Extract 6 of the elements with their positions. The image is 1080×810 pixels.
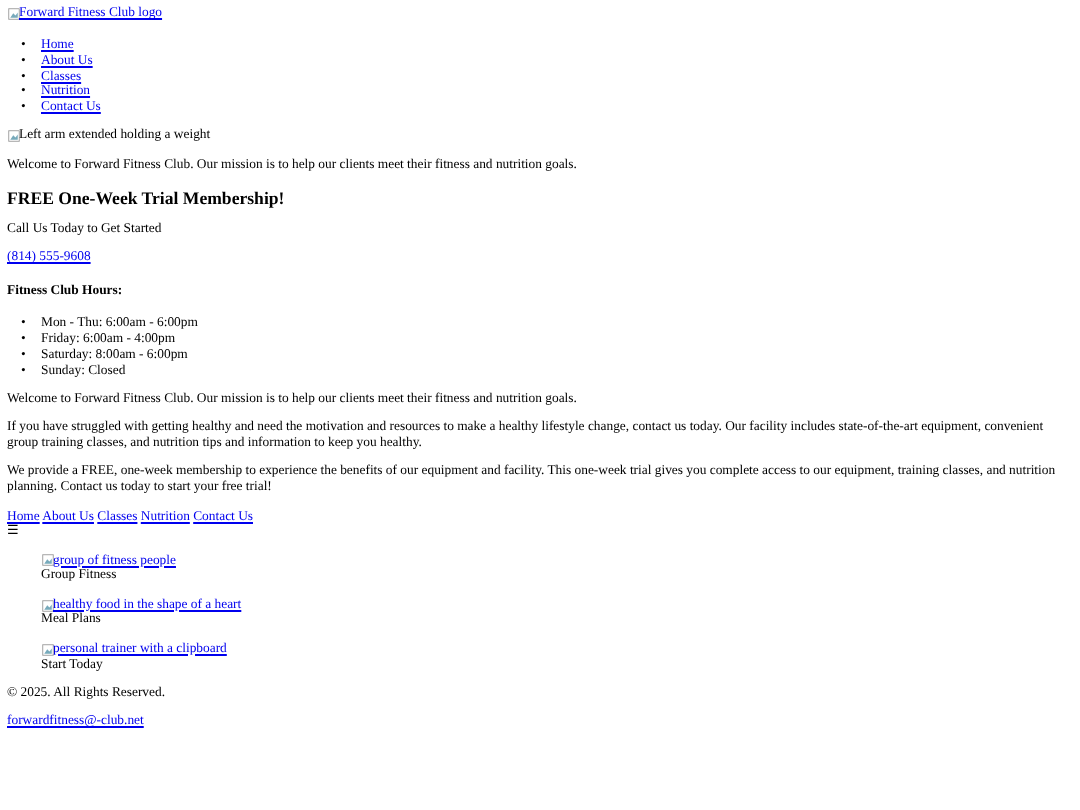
broken-image-icon xyxy=(41,554,53,567)
broken-image-icon xyxy=(41,643,53,656)
broken-image-icon xyxy=(7,7,19,20)
broken-image-icon xyxy=(41,599,53,612)
trial-heading: FREE One-Week Trial Membership! xyxy=(7,187,287,208)
broken-image-icon xyxy=(7,130,19,143)
